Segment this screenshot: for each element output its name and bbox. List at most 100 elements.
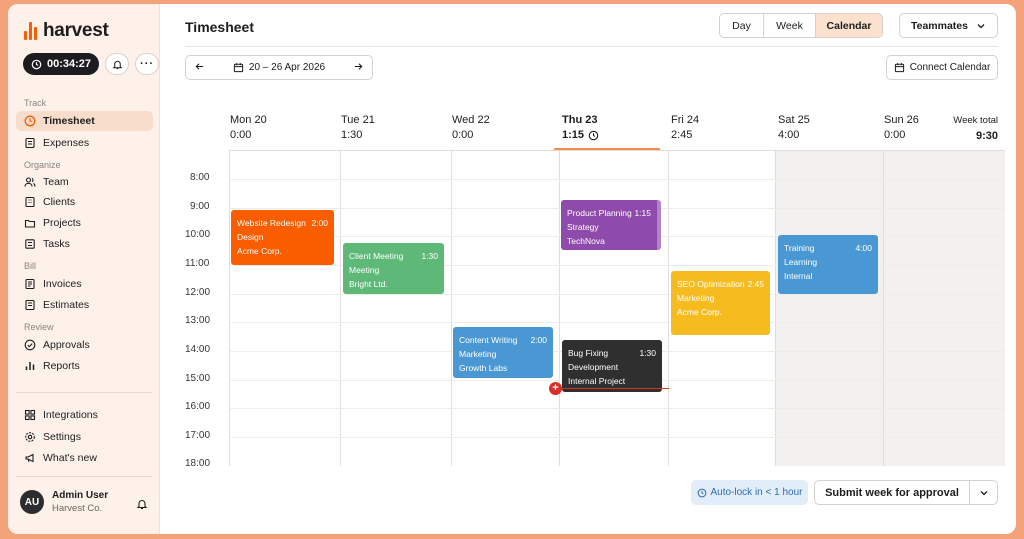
entry-duration: 2:45 — [747, 279, 764, 289]
time-entry-card[interactable]: Client Meeting 1:30 Meeting Bright Ltd. — [343, 243, 444, 294]
day-header-sun[interactable]: Sun 26 0:00 — [884, 114, 919, 141]
add-entry-plus-icon[interactable]: + — [549, 382, 562, 395]
calendar-grid[interactable] — [229, 150, 1005, 466]
view-calendar-button[interactable]: Calendar — [816, 14, 882, 37]
sidebar-item-label: Approvals — [43, 339, 90, 351]
day-column-tue[interactable] — [340, 151, 451, 466]
sidebar-item-clients[interactable]: Clients — [16, 192, 153, 212]
day-column-thu[interactable] — [559, 151, 668, 466]
autolock-badge[interactable]: Auto-lock in < 1 hour — [691, 480, 808, 505]
time-entry-card[interactable]: Content Writing 2:00 Marketing Growth Lab… — [453, 327, 553, 378]
day-header-mon[interactable]: Mon 20 0:00 — [230, 114, 267, 141]
day-header-sat[interactable]: Sat 25 4:00 — [778, 114, 810, 141]
day-column-wed[interactable] — [451, 151, 559, 466]
calendar-icon — [894, 63, 904, 73]
nav-section-organize: Organize — [24, 160, 61, 170]
notifications-button[interactable] — [105, 53, 130, 75]
time-label: 12:00 — [185, 287, 211, 298]
day-name: Thu 23 — [562, 114, 598, 126]
entry-task: Marketing — [677, 293, 715, 303]
submit-options-dropdown[interactable] — [969, 480, 998, 505]
nav-section-review: Review — [24, 322, 54, 332]
sidebar-item-invoices[interactable]: Invoices — [16, 274, 153, 294]
day-column-sun[interactable] — [883, 151, 1005, 466]
bell-icon — [136, 500, 148, 510]
day-column-mon[interactable] — [229, 151, 340, 466]
sidebar-item-team[interactable]: Team — [16, 172, 153, 192]
time-label: 17:00 — [185, 430, 211, 441]
sidebar-item-timesheet[interactable]: Timesheet — [16, 111, 153, 131]
time-label: 18:00 — [185, 458, 211, 469]
day-name: Sat 25 — [778, 114, 810, 126]
sidebar-item-label: Tasks — [43, 238, 70, 250]
sidebar-item-label: Invoices — [43, 278, 82, 290]
prev-week-button[interactable] — [194, 61, 205, 75]
day-hours-row: 1:15 — [562, 129, 599, 141]
time-entry-card[interactable]: Bug Fixing 1:30 Development Internal Proj… — [562, 340, 662, 392]
date-range-picker[interactable]: 20 – 26 Apr 2026 — [233, 62, 325, 73]
sidebar-item-tasks[interactable]: Tasks — [16, 234, 153, 254]
time-label: 15:00 — [185, 373, 211, 384]
day-hours: 0:00 — [230, 129, 252, 141]
invoice-icon — [24, 278, 36, 290]
chevron-down-icon — [977, 23, 985, 28]
day-header-wed[interactable]: Wed 22 0:00 — [452, 114, 490, 141]
clock-icon — [697, 488, 706, 497]
time-label: 8:00 — [190, 172, 210, 183]
chevron-down-icon — [980, 490, 987, 495]
hour-line — [229, 408, 1005, 409]
sidebar-item-reports[interactable]: Reports — [16, 356, 153, 376]
autolock-text: Auto-lock in < 1 hour — [710, 487, 803, 498]
day-header-tue[interactable]: Tue 21 1:30 — [341, 114, 375, 141]
nav-section-track: Track — [24, 98, 47, 108]
connect-calendar-button[interactable]: Connect Calendar — [886, 55, 998, 80]
time-label: 10:00 — [185, 229, 211, 240]
week-total-value: 9:30 — [975, 130, 998, 142]
arrow-right-icon — [354, 62, 363, 70]
entry-duration: 2:00 — [311, 218, 328, 228]
building-icon — [24, 196, 36, 208]
user-profile[interactable]: AU Admin User Harvest Co. — [20, 490, 108, 514]
user-notifications-button[interactable] — [136, 497, 148, 515]
time-entry-card[interactable]: Product Planning 1:15 Strategy TechNova — [561, 200, 661, 250]
entry-duration: 1:30 — [639, 348, 656, 358]
teammates-dropdown[interactable]: Teammates — [899, 13, 998, 38]
more-options-button[interactable]: ··· — [135, 53, 160, 75]
day-header-thu[interactable]: Thu 23 1:15 — [562, 114, 599, 141]
sidebar-item-integrations[interactable]: Integrations — [16, 405, 153, 425]
receipt-icon — [24, 137, 36, 149]
sidebar-item-label: Clients — [43, 196, 76, 208]
entry-task: Meeting — [349, 265, 380, 275]
next-week-button[interactable] — [353, 61, 364, 75]
sidebar-item-whats-new[interactable]: What's new — [16, 448, 153, 468]
day-column-sat[interactable] — [775, 151, 883, 466]
time-entry-card[interactable]: Training 4:00 Learning Internal — [778, 235, 878, 294]
time-label: 16:00 — [185, 401, 211, 412]
view-week-button[interactable]: Week — [764, 14, 816, 37]
bell-icon — [112, 60, 122, 69]
harvest-logo-icon — [24, 22, 37, 40]
day-header-fri[interactable]: Fri 24 2:45 — [671, 114, 699, 141]
users-icon — [24, 176, 36, 188]
sidebar-item-label: Expenses — [43, 137, 90, 149]
time-entry-card[interactable]: SEO Optimization 2:45 Marketing Acme Corp… — [671, 271, 770, 335]
day-name: Fri 24 — [671, 114, 700, 126]
sidebar-item-label: Timesheet — [43, 115, 95, 127]
hour-line — [229, 437, 1005, 438]
sidebar-item-estimates[interactable]: Estimates — [16, 295, 153, 315]
time-entry-card[interactable]: Website Redesign 2:00 Design Acme Corp. — [231, 210, 334, 265]
running-timer-button[interactable]: 00:34:27 — [23, 53, 100, 75]
sidebar-item-approvals[interactable]: Approvals — [16, 335, 153, 355]
submit-week-button[interactable]: Submit week for approval — [814, 480, 970, 505]
check-circle-icon — [24, 339, 36, 351]
nav-section-bill: Bill — [24, 261, 37, 271]
sidebar-item-settings[interactable]: Settings — [16, 427, 153, 447]
entry-task: Learning — [784, 257, 818, 267]
entry-client: Acme Corp. — [237, 246, 282, 256]
sidebar-item-projects[interactable]: Projects — [16, 213, 153, 233]
view-day-button[interactable]: Day — [720, 14, 764, 37]
day-hours: 0:00 — [884, 129, 906, 141]
sidebar-divider — [16, 392, 152, 393]
logo[interactable]: harvest — [24, 20, 109, 42]
sidebar-item-expenses[interactable]: Expenses — [16, 133, 153, 153]
